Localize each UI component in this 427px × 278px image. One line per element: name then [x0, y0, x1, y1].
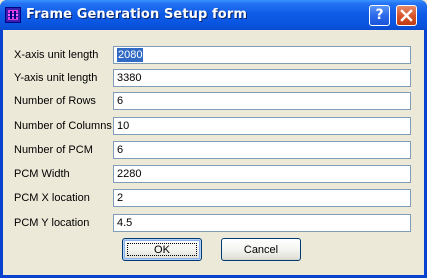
ok-button[interactable]: OK — [122, 238, 202, 261]
y-axis-unit-length-input[interactable] — [113, 69, 411, 87]
number-of-columns-input[interactable] — [113, 117, 411, 135]
ok-button-label: OK — [154, 243, 170, 256]
app-icon — [5, 7, 21, 23]
form-row-x-axis-unit-length: X-axis unit length 2080 — [3, 46, 424, 66]
form-row-number-of-pcm: Number of PCM — [3, 141, 424, 161]
cancel-button[interactable]: Cancel — [221, 238, 301, 261]
form-row-pcm-y-location: PCM Y location — [3, 214, 424, 234]
x-axis-unit-length-label: X-axis unit length — [14, 49, 99, 61]
close-button[interactable] — [396, 5, 417, 26]
pcm-y-location-input[interactable] — [113, 214, 411, 232]
form-row-number-of-rows: Number of Rows — [3, 92, 424, 112]
number-of-rows-label: Number of Rows — [14, 95, 96, 107]
window-title: Frame Generation Setup form — [26, 7, 247, 22]
number-of-columns-label: Number of Columns — [14, 120, 112, 132]
pcm-width-input[interactable] — [113, 165, 411, 183]
pcm-x-location-input[interactable] — [113, 189, 411, 207]
form-row-number-of-columns: Number of Columns — [3, 117, 424, 137]
close-icon — [400, 9, 413, 22]
x-axis-unit-length-input[interactable] — [113, 46, 411, 64]
form-row-pcm-x-location: PCM X location — [3, 189, 424, 209]
form-row-y-axis-unit-length: Y-axis unit length — [3, 69, 424, 89]
form-row-pcm-width: PCM Width — [3, 165, 424, 185]
pcm-y-location-label: PCM Y location — [14, 217, 90, 229]
number-of-pcm-label: Number of PCM — [14, 144, 93, 156]
help-icon: ? — [375, 7, 384, 23]
form-body: X-axis unit length 2080 Y-axis unit leng… — [3, 30, 424, 275]
dialog-window: Frame Generation Setup form ? X-axis uni… — [0, 0, 427, 278]
help-button[interactable]: ? — [369, 5, 390, 26]
number-of-rows-input[interactable] — [113, 92, 411, 110]
pcm-width-label: PCM Width — [14, 168, 70, 180]
cancel-button-label: Cancel — [243, 243, 279, 256]
title-bar[interactable]: Frame Generation Setup form ? — [0, 0, 427, 30]
number-of-pcm-input[interactable] — [113, 141, 411, 159]
pcm-x-location-label: PCM X location — [14, 192, 90, 204]
y-axis-unit-length-label: Y-axis unit length — [14, 72, 98, 84]
